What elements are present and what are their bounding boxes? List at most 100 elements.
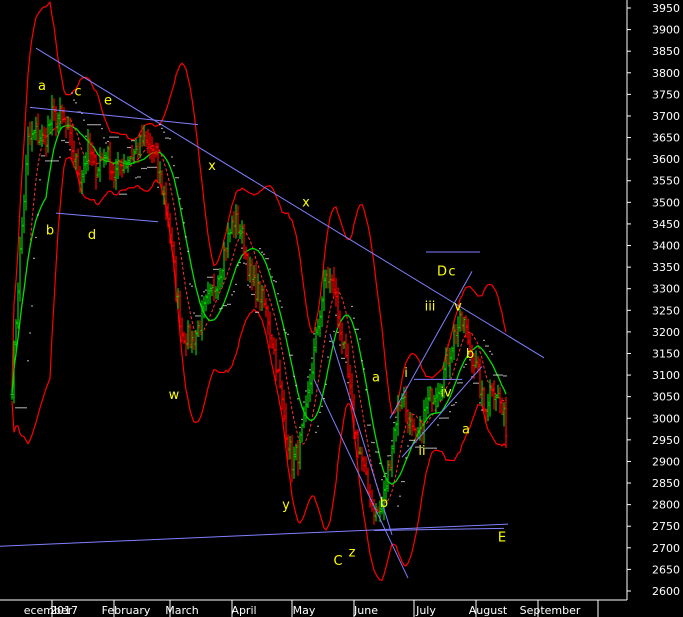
wave-label: a bbox=[38, 79, 46, 94]
sar-dot bbox=[435, 447, 437, 449]
sar-dot bbox=[353, 317, 355, 319]
sar-dot bbox=[31, 305, 33, 307]
sar-dot bbox=[37, 214, 39, 216]
sar-dot bbox=[315, 431, 317, 433]
sar-dot bbox=[59, 156, 61, 158]
sar-dot bbox=[321, 405, 323, 407]
y-tick-label: 3500 bbox=[652, 196, 680, 209]
sar-dot bbox=[369, 424, 371, 426]
sar-dot bbox=[395, 416, 397, 418]
wave-label: C bbox=[333, 554, 342, 569]
sar-dot bbox=[269, 268, 271, 270]
x-tick-label: July bbox=[415, 604, 436, 617]
sar-dot bbox=[89, 124, 91, 126]
sar-dot bbox=[299, 426, 301, 428]
sar-dot bbox=[333, 330, 335, 333]
sar-dot bbox=[347, 382, 349, 384]
sar-dot bbox=[149, 166, 151, 168]
sar-dot bbox=[453, 404, 455, 406]
sar-dot bbox=[205, 289, 207, 291]
sar-dot bbox=[233, 290, 235, 293]
sar-dot bbox=[473, 382, 475, 384]
sar-dot bbox=[461, 382, 463, 384]
sar-dot bbox=[295, 384, 297, 387]
sar-dot bbox=[47, 160, 49, 162]
x-tick-label: May bbox=[293, 604, 316, 617]
sar-dot bbox=[193, 312, 195, 314]
sar-dot bbox=[69, 149, 71, 151]
wave-label: D bbox=[437, 265, 447, 280]
sar-dot bbox=[445, 417, 447, 419]
sar-dot bbox=[41, 155, 43, 157]
sar-dot bbox=[327, 356, 329, 358]
y-tick-label: 2950 bbox=[652, 434, 680, 447]
sar-dot bbox=[85, 135, 87, 137]
sar-dot bbox=[415, 446, 417, 448]
sar-dot bbox=[297, 398, 299, 400]
chart-background bbox=[0, 0, 683, 617]
y-tick-label: 3550 bbox=[652, 175, 680, 188]
sar-dot bbox=[29, 332, 31, 334]
sar-dot bbox=[129, 146, 131, 149]
sar-dot bbox=[197, 315, 199, 317]
sar-dot bbox=[199, 315, 201, 317]
y-tick-label: 3150 bbox=[652, 347, 680, 360]
sar-dot bbox=[133, 140, 135, 142]
sar-dot bbox=[117, 136, 119, 138]
sar-dot bbox=[43, 155, 45, 157]
sar-dot bbox=[427, 447, 429, 449]
sar-dot bbox=[279, 300, 281, 302]
sar-dot bbox=[97, 124, 99, 126]
sar-dot bbox=[455, 401, 457, 404]
sar-dot bbox=[277, 293, 279, 295]
sar-dot bbox=[75, 102, 77, 104]
sar-dot bbox=[131, 140, 133, 142]
sar-dot bbox=[203, 291, 205, 293]
sar-dot bbox=[185, 236, 187, 238]
sar-dot bbox=[161, 127, 163, 129]
sar-dot bbox=[401, 480, 403, 483]
sar-dot bbox=[83, 119, 85, 121]
sar-dot bbox=[281, 306, 283, 308]
sar-dot bbox=[387, 455, 389, 457]
sar-dot bbox=[357, 328, 359, 330]
sar-dot bbox=[65, 141, 67, 144]
y-tick-label: 3800 bbox=[652, 67, 680, 80]
sar-dot bbox=[485, 345, 487, 347]
sar-dot bbox=[181, 208, 183, 210]
sar-dot bbox=[217, 268, 219, 271]
y-tick-label: 2800 bbox=[652, 499, 680, 512]
sar-dot bbox=[499, 374, 501, 376]
sar-dot bbox=[449, 411, 451, 413]
wave-label: z bbox=[349, 545, 356, 560]
y-tick-label: 3750 bbox=[652, 88, 680, 101]
sar-dot bbox=[273, 280, 275, 282]
wave-label: b bbox=[46, 224, 54, 239]
sar-dot bbox=[101, 127, 103, 130]
y-tick-label: 2900 bbox=[652, 455, 680, 468]
sar-dot bbox=[293, 375, 295, 377]
sar-dot bbox=[487, 345, 489, 347]
wave-label: i bbox=[404, 366, 408, 381]
sar-dot bbox=[481, 409, 483, 411]
y-tick-label: 3250 bbox=[652, 304, 680, 317]
sar-dot bbox=[491, 353, 493, 355]
sar-dot bbox=[351, 305, 353, 308]
sar-dot bbox=[147, 166, 149, 168]
sar-dot bbox=[141, 167, 143, 170]
sar-dot bbox=[317, 425, 319, 427]
sar-dot bbox=[49, 160, 51, 162]
sar-dot bbox=[93, 124, 95, 126]
sar-dot bbox=[375, 451, 377, 453]
sar-dot bbox=[21, 407, 23, 409]
sar-dot bbox=[377, 451, 379, 453]
sar-dot bbox=[367, 424, 369, 426]
y-tick-label: 3050 bbox=[652, 391, 680, 404]
sar-dot bbox=[437, 424, 439, 426]
y-tick-label: 3350 bbox=[652, 261, 680, 274]
sar-dot bbox=[33, 257, 35, 259]
sar-dot bbox=[329, 340, 331, 342]
sar-dot bbox=[163, 131, 165, 133]
sar-dot bbox=[245, 263, 247, 265]
sar-dot bbox=[109, 136, 111, 138]
